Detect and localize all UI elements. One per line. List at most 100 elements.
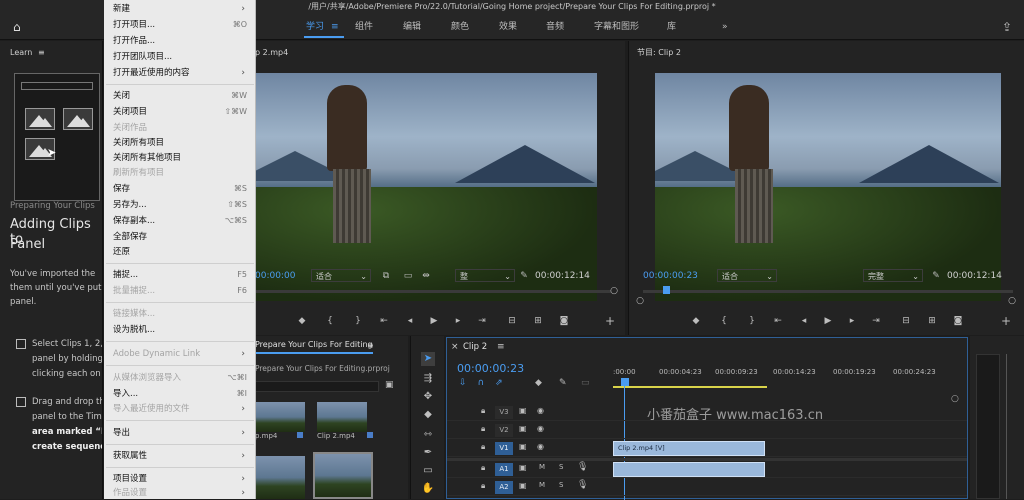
track-select-icon[interactable]: ⇶	[421, 372, 435, 386]
track-target-v1[interactable]: V1	[495, 442, 513, 455]
menu-item-open-project[interactable]: 打开项目... ⌘O	[113, 18, 251, 32]
workspace-tab-assembly[interactable]: 组件	[355, 14, 373, 40]
mark-in-icon[interactable]: {	[323, 315, 337, 327]
sync-lock-icon[interactable]: ▣	[519, 463, 527, 472]
mute-button[interactable]: M	[539, 463, 545, 471]
lock-icon[interactable]: 🔒︎	[481, 424, 485, 434]
source-fit-dropdown[interactable]: 适合 ⌄	[311, 269, 371, 282]
menu-item-save[interactable]: 保存 ⌘S	[113, 182, 251, 196]
lock-icon[interactable]: 🔒︎	[481, 442, 485, 452]
menu-item-close[interactable]: 关闭 ⌘W	[113, 89, 251, 103]
program-quality-dropdown[interactable]: 完整 ⌄	[863, 269, 923, 282]
insert-marker-icon[interactable]: ⧉	[379, 270, 393, 282]
timeline-toolbar[interactable]: ⇩∩⇗	[459, 378, 514, 388]
selection-tool-icon[interactable]: ➤	[421, 352, 435, 366]
marker-icon[interactable]: ◆	[535, 378, 542, 388]
add-button-icon[interactable]: +	[999, 315, 1013, 327]
extract-icon[interactable]: ⊞	[925, 315, 939, 327]
wrench-icon[interactable]: ✎	[559, 378, 567, 388]
settings-wrench-icon[interactable]: ✎	[929, 270, 943, 282]
menu-item-project-settings[interactable]: 项目设置 ›	[113, 472, 251, 486]
clip-thumbnail[interactable]	[317, 402, 367, 432]
step-back-icon[interactable]: ◂	[403, 315, 417, 327]
source-monitor-tab[interactable]: p 2.mp4	[255, 43, 288, 63]
program-scrubber[interactable]	[643, 290, 1013, 293]
camera-icon[interactable]: ◙	[557, 315, 571, 327]
eye-icon[interactable]: ◉	[537, 442, 544, 451]
home-icon[interactable]: ⌂	[13, 14, 21, 40]
solo-button[interactable]: S	[559, 481, 563, 489]
hand-tool-icon[interactable]: ✋	[421, 482, 435, 496]
track-target-v2[interactable]: V2	[495, 424, 513, 437]
program-timecode[interactable]: 00:00:00:23	[643, 270, 698, 282]
menu-item-save-copy[interactable]: 保存副本... ⌥⌘S	[113, 214, 251, 228]
workspace-tab-audio[interactable]: 音频	[546, 14, 564, 40]
work-area-bar[interactable]	[613, 386, 767, 388]
solo-button[interactable]: S	[559, 463, 563, 471]
menu-item-capture[interactable]: 捕捉... F5	[113, 268, 251, 282]
timeline-timecode[interactable]: 00:00:00:23	[457, 362, 524, 375]
settings-wrench-icon[interactable]: ✎	[517, 270, 531, 282]
program-monitor-tab[interactable]: 节目: Clip 2	[637, 43, 681, 63]
slip-tool-icon[interactable]: ⇿	[421, 428, 435, 442]
play-icon[interactable]: ▶	[821, 315, 835, 327]
drag-video-icon[interactable]: ▭	[401, 270, 415, 282]
project-tab[interactable]: Prepare Your Clips For Editing	[255, 336, 373, 354]
share-icon[interactable]: ⇪	[1002, 14, 1012, 40]
go-to-out-icon[interactable]: ⇥	[869, 315, 883, 327]
menu-item-import[interactable]: 导入... ⌘I	[113, 387, 251, 401]
clip-thumbnail-selected[interactable]	[313, 452, 373, 499]
scrubber-end-icon[interactable]: ○	[607, 285, 621, 297]
workspace-tab-color[interactable]: 颜色	[451, 14, 469, 40]
add-marker-icon[interactable]: ◆	[689, 315, 703, 327]
workspace-tab-graphics[interactable]: 字幕和图形	[594, 14, 639, 40]
timeline-tab[interactable]: Clip 2	[463, 342, 487, 352]
insert-icon[interactable]: ⊟	[505, 315, 519, 327]
menu-item-open-team-project[interactable]: 打开团队项目...	[113, 50, 251, 64]
playhead-icon[interactable]	[621, 378, 629, 386]
menu-item-close-other-projects[interactable]: 关闭所有其他项目	[113, 151, 251, 165]
overwrite-icon[interactable]: ⊞	[531, 315, 545, 327]
go-to-out-icon[interactable]: ⇥	[475, 315, 489, 327]
captions-icon[interactable]: ▭	[581, 378, 590, 388]
sync-lock-icon[interactable]: ▣	[519, 424, 527, 433]
eye-icon[interactable]: ◉	[537, 406, 544, 415]
mark-out-icon[interactable]: }	[745, 315, 759, 327]
pen-tool-icon[interactable]: ✒	[421, 446, 435, 460]
mute-button[interactable]: M	[539, 481, 545, 489]
menu-item-close-project[interactable]: 关闭项目 ⇧⌘W	[113, 105, 251, 119]
video-clip[interactable]: Clip 2.mp4 [V]	[613, 441, 765, 456]
menu-item-close-all-projects[interactable]: 关闭所有项目	[113, 136, 251, 150]
camera-icon[interactable]: ◙	[951, 315, 965, 327]
mark-out-icon[interactable]: }	[351, 315, 365, 327]
eye-icon[interactable]: ◉	[537, 424, 544, 433]
clip-thumbnail[interactable]	[255, 456, 305, 499]
new-bin-icon[interactable]: ▣	[385, 380, 394, 390]
playhead-icon[interactable]	[663, 286, 670, 294]
step2-checkbox[interactable]	[16, 397, 26, 407]
lock-icon[interactable]: 🔒︎	[481, 463, 485, 473]
drag-audio-icon[interactable]: ⇹	[419, 270, 433, 282]
close-icon[interactable]: ×	[451, 342, 459, 352]
go-to-in-icon[interactable]: ⇤	[771, 315, 785, 327]
menu-item-save-as[interactable]: 另存为... ⇧⌘S	[113, 198, 251, 212]
workspace-overflow-icon[interactable]: »	[722, 14, 728, 40]
menu-item-save-all[interactable]: 全部保存	[113, 230, 251, 244]
add-marker-icon[interactable]: ◆	[295, 315, 309, 327]
scroll-handle-icon[interactable]: ○	[951, 394, 959, 404]
sync-lock-icon[interactable]: ▣	[519, 442, 527, 451]
source-scrubber[interactable]	[255, 290, 611, 293]
project-search-input[interactable]	[255, 381, 379, 392]
lock-icon[interactable]: 🔒︎	[481, 406, 485, 416]
microphone-icon[interactable]: 🎙︎	[577, 480, 588, 490]
sync-lock-icon[interactable]: ▣	[519, 481, 527, 490]
scrubber-end-icon[interactable]: ○	[1005, 295, 1019, 307]
rectangle-tool-icon[interactable]: ▭	[421, 464, 435, 478]
clip-thumbnail[interactable]	[255, 402, 305, 432]
go-to-in-icon[interactable]: ⇤	[377, 315, 391, 327]
workspace-tab-effects[interactable]: 效果	[499, 14, 517, 40]
source-timecode[interactable]: 00:00:00	[255, 270, 295, 282]
mark-in-icon[interactable]: {	[717, 315, 731, 327]
track-target-a1[interactable]: A1	[495, 463, 513, 476]
razor-icon[interactable]: ◆	[421, 408, 435, 422]
